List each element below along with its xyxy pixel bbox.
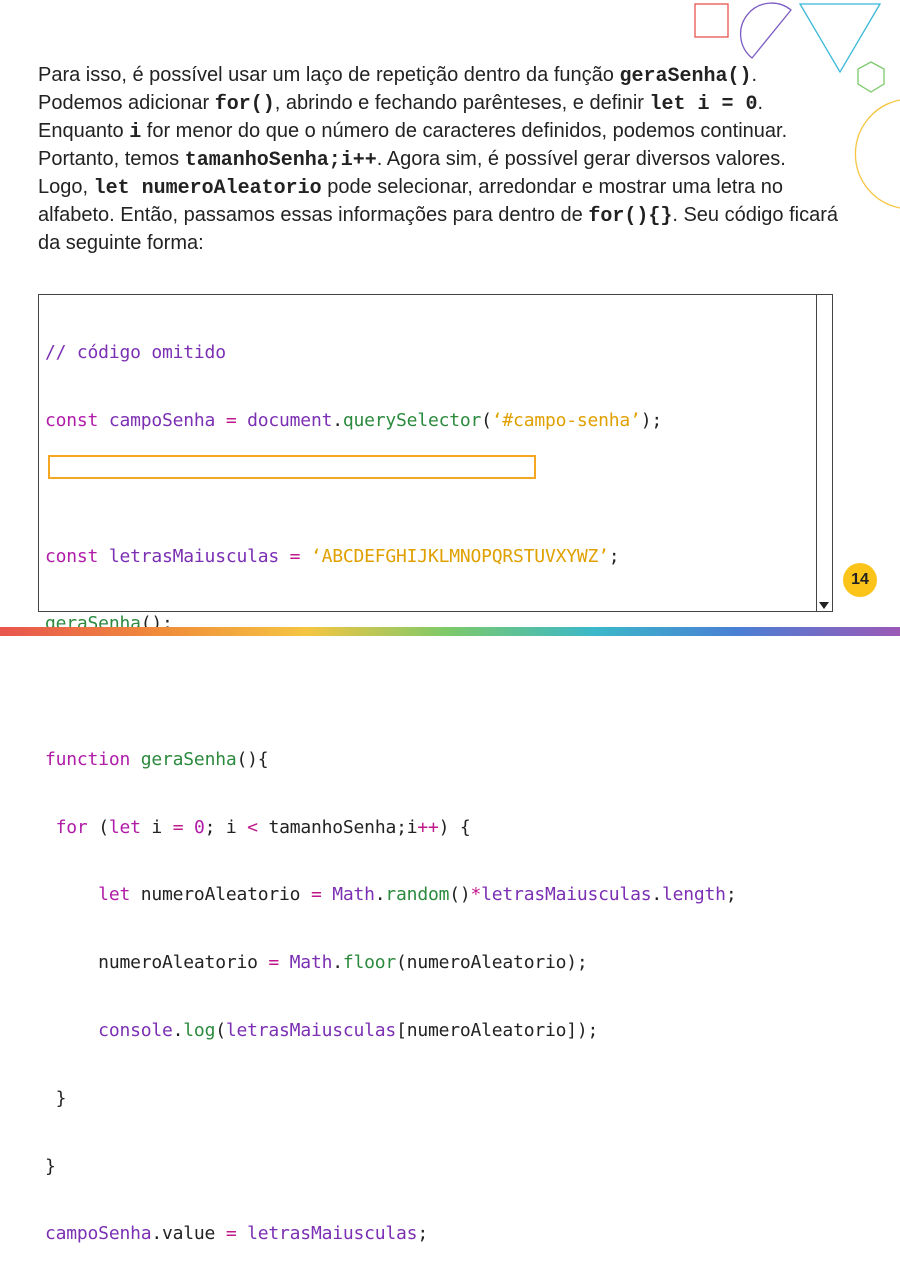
code-token: } bbox=[45, 1155, 56, 1177]
code-token: ‘ABCDEFGHIJKLMNOPQRSTUVXYWZ’ bbox=[300, 545, 609, 567]
inline-code: for() bbox=[214, 93, 275, 116]
hexagon-outline-icon bbox=[857, 61, 885, 93]
text-segment: , abrindo e fechando parênteses, e defin… bbox=[274, 92, 650, 114]
code-token: * bbox=[470, 884, 482, 906]
explanation-paragraph: Para isso, é possível usar um laço de re… bbox=[38, 62, 838, 257]
code-token: numeroAleatorio bbox=[130, 884, 311, 906]
for-loop-highlight-box bbox=[48, 455, 536, 479]
code-token: (){ bbox=[236, 748, 269, 770]
code-token: for bbox=[45, 816, 88, 838]
code-line: const letrasMaiusculas = ‘ABCDEFGHIJKLMN… bbox=[45, 546, 812, 569]
code-token: log bbox=[183, 1020, 216, 1041]
code-content: // código omitido const campoSenha = doc… bbox=[45, 297, 812, 1272]
code-token: ‘#campo-senha’ bbox=[491, 409, 641, 431]
code-line-highlighted: for (let i = 0; i < tamanhoSenha;i++) { bbox=[45, 817, 812, 840]
code-token: function bbox=[45, 748, 131, 770]
code-token: = bbox=[225, 409, 237, 431]
half-circle-outline-icon bbox=[739, 2, 792, 59]
code-token: } bbox=[45, 1087, 67, 1109]
code-token: ; bbox=[608, 545, 620, 567]
code-block: // código omitido const campoSenha = doc… bbox=[38, 294, 833, 1244]
code-token: i bbox=[140, 816, 173, 838]
code-token: . bbox=[374, 884, 386, 906]
page-number-badge: 14 bbox=[843, 563, 877, 597]
code-token: ; bbox=[417, 1223, 428, 1245]
code-token: . bbox=[332, 409, 343, 431]
inline-code: let numeroAleatorio bbox=[93, 177, 322, 200]
inline-code: for(){} bbox=[588, 205, 673, 228]
code-token: ( bbox=[215, 1020, 226, 1041]
code-token: = bbox=[225, 1223, 237, 1245]
code-token: console bbox=[45, 1020, 173, 1041]
code-line: } bbox=[45, 1156, 812, 1179]
code-token: () bbox=[449, 884, 471, 906]
code-token: ( bbox=[87, 816, 109, 838]
code-token: numeroAleatorio bbox=[45, 952, 269, 974]
code-line: function geraSenha(){ bbox=[45, 749, 812, 772]
code-token: ; i bbox=[204, 816, 248, 838]
code-line: campoSenha.value = letrasMaiusculas; bbox=[45, 1223, 812, 1246]
code-token: Math bbox=[279, 952, 333, 974]
code-token: campoSenha bbox=[98, 409, 226, 431]
code-token: = bbox=[310, 884, 322, 906]
code-token: letrasMaiusculas bbox=[236, 1223, 418, 1245]
code-token: = bbox=[172, 816, 184, 838]
code-token: < bbox=[247, 816, 258, 838]
code-token: length bbox=[662, 884, 726, 906]
code-line: // código omitido bbox=[45, 342, 812, 365]
code-token: Math bbox=[321, 884, 375, 906]
code-comment: // código omitido bbox=[45, 342, 226, 364]
code-token: tamanhoSenha;i bbox=[257, 816, 418, 838]
code-token: = bbox=[268, 952, 280, 974]
code-token: ) { bbox=[438, 816, 471, 838]
code-token: letrasMaiusculas bbox=[481, 884, 652, 906]
code-line: const campoSenha = document.querySelecto… bbox=[45, 410, 812, 433]
code-token: . bbox=[332, 952, 343, 974]
square-outline-icon bbox=[694, 3, 729, 38]
code-line: let numeroAleatorio = Math.random()*letr… bbox=[45, 884, 812, 907]
code-line: numeroAleatorio = Math.floor(numeroAleat… bbox=[45, 952, 812, 975]
inline-code: i bbox=[129, 121, 142, 144]
code-token: ; bbox=[725, 884, 737, 906]
code-token: ++ bbox=[417, 816, 439, 838]
code-token: geraSenha bbox=[130, 748, 237, 770]
code-token: random bbox=[385, 884, 450, 906]
code-token: . bbox=[172, 1020, 184, 1041]
code-token: (numeroAleatorio); bbox=[396, 952, 588, 974]
text-segment: Para isso, é possível usar um laço de re… bbox=[38, 64, 620, 86]
code-token: const bbox=[45, 409, 99, 431]
code-token: let bbox=[45, 884, 131, 906]
code-token: . bbox=[651, 884, 662, 906]
inline-code: tamanhoSenha;i++ bbox=[184, 149, 377, 172]
inline-code: let i = 0 bbox=[649, 93, 758, 116]
code-token: .value bbox=[151, 1223, 226, 1245]
code-token: letrasMaiusculas bbox=[225, 1020, 397, 1041]
vertical-scrollbar[interactable] bbox=[816, 295, 832, 611]
code-token: document bbox=[236, 409, 333, 431]
rainbow-footer-bar bbox=[0, 627, 900, 636]
code-token: = bbox=[289, 545, 301, 567]
code-token: let bbox=[108, 816, 141, 838]
code-line: } bbox=[45, 1088, 812, 1111]
code-token: campoSenha bbox=[45, 1223, 152, 1245]
code-token: querySelector bbox=[342, 409, 482, 431]
code-token: letrasMaiusculas bbox=[98, 545, 290, 567]
code-token: [numeroAleatorio]); bbox=[396, 1020, 599, 1041]
code-token: const bbox=[45, 545, 99, 567]
inline-code: geraSenha() bbox=[619, 65, 752, 88]
code-token: ); bbox=[640, 409, 662, 431]
code-token: floor bbox=[342, 952, 397, 974]
code-line: console.log(letrasMaiusculas[numeroAleat… bbox=[45, 1020, 812, 1043]
arc-outline-icon bbox=[854, 99, 900, 209]
scroll-down-arrow-icon[interactable] bbox=[819, 602, 829, 609]
code-token: ( bbox=[481, 409, 492, 431]
code-token: 0 bbox=[183, 816, 205, 838]
